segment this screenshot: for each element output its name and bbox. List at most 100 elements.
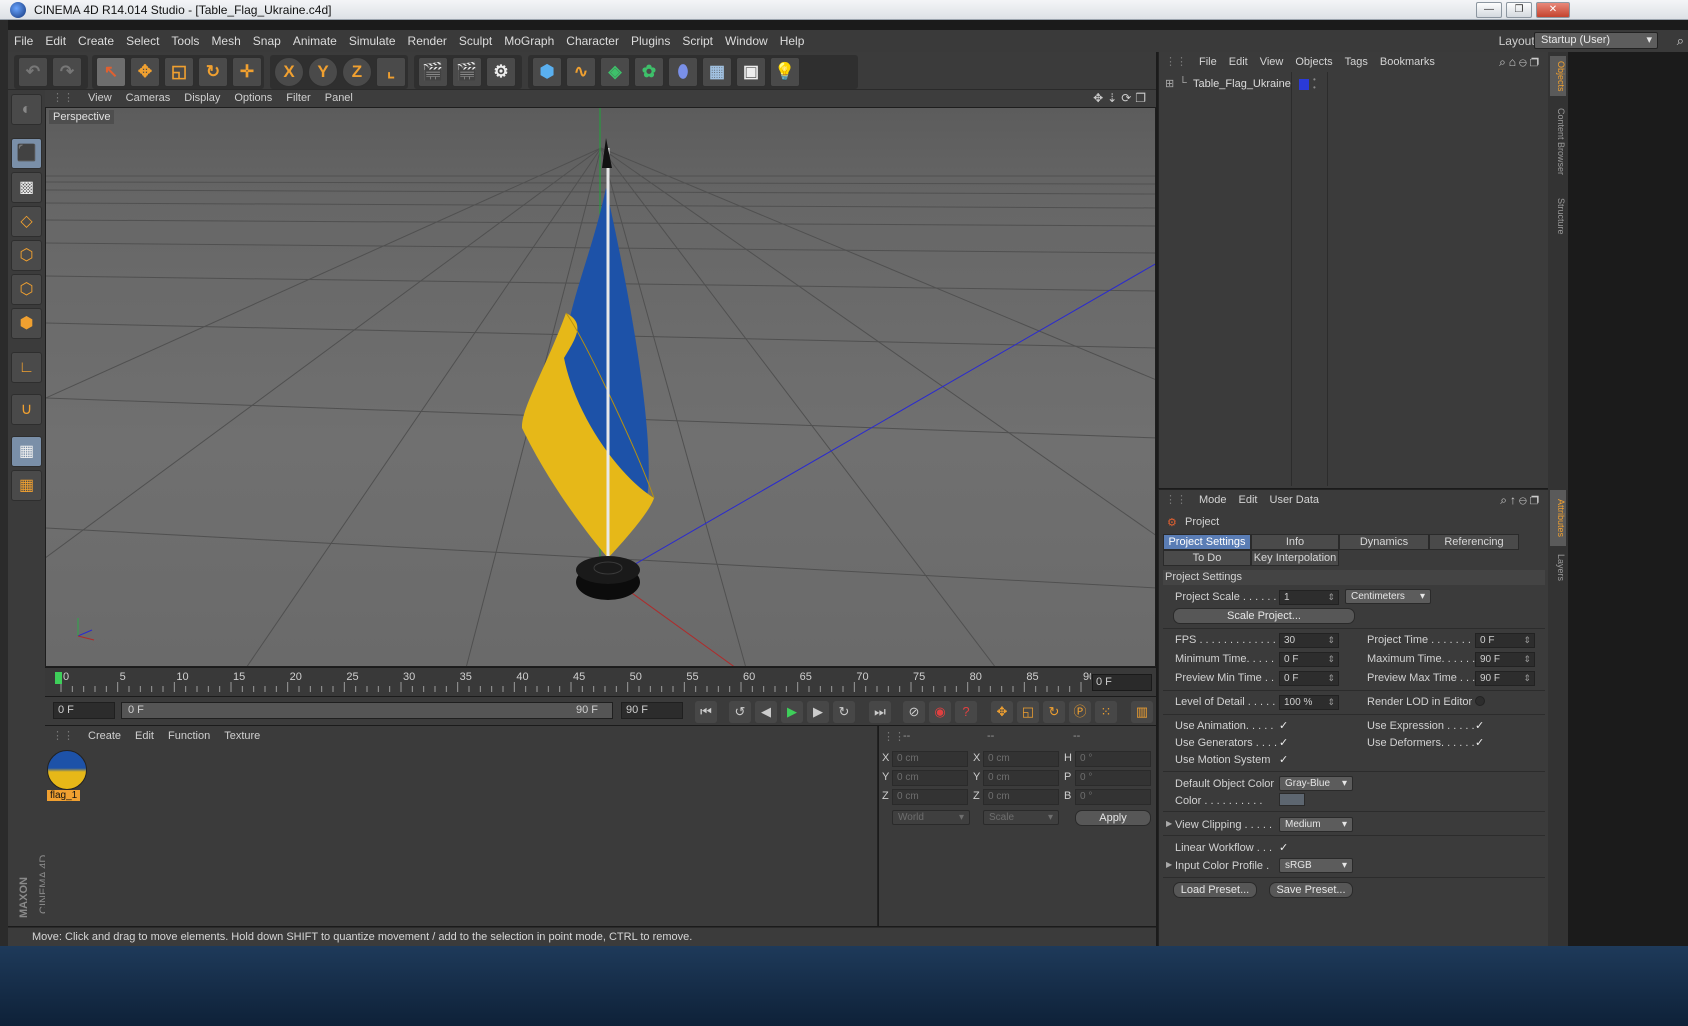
menu-animate[interactable]: Animate bbox=[287, 30, 343, 52]
current-frame-marker[interactable] bbox=[55, 672, 62, 684]
size-x-field[interactable]: 0 cm bbox=[983, 751, 1059, 767]
timeline-window-icon[interactable]: ▥ bbox=[1131, 701, 1153, 723]
use-expression-checkbox[interactable]: ✓ bbox=[1475, 720, 1487, 732]
om-menu-tags[interactable]: Tags bbox=[1339, 52, 1374, 72]
project-scale-field[interactable]: 1 bbox=[1279, 590, 1339, 605]
viewport-menu-filter[interactable]: Filter bbox=[279, 90, 317, 107]
workplane-mode-icon[interactable]: ◇ bbox=[11, 206, 42, 237]
menu-tools[interactable]: Tools bbox=[165, 30, 205, 52]
magnet-icon[interactable]: ∪ bbox=[11, 394, 42, 425]
attr-menu-edit[interactable]: Edit bbox=[1233, 490, 1264, 510]
undo-icon[interactable]: ↶ bbox=[18, 57, 48, 87]
save-preset-button[interactable]: Save Preset... bbox=[1269, 882, 1353, 898]
default-color-dropdown[interactable]: Gray-Blue bbox=[1279, 776, 1353, 791]
edges-mode-icon[interactable]: ⬡ bbox=[11, 274, 42, 305]
attr-menu-mode[interactable]: Mode bbox=[1193, 490, 1233, 510]
rot-b-field[interactable]: 0 ° bbox=[1075, 789, 1151, 805]
use-deformers-checkbox[interactable]: ✓ bbox=[1475, 737, 1487, 749]
apply-button[interactable]: Apply bbox=[1075, 810, 1151, 826]
play-icon[interactable]: ▶ bbox=[781, 701, 803, 723]
material-swatch-flag[interactable]: flag_1 bbox=[47, 750, 89, 802]
visibility-dots-icon[interactable]: • • bbox=[1313, 76, 1316, 92]
layout-dropdown[interactable]: Startup (User) bbox=[1534, 32, 1658, 49]
pos-x-field[interactable]: 0 cm bbox=[892, 751, 968, 767]
preview-max-field[interactable]: 90 F bbox=[1475, 671, 1535, 686]
color-swatch[interactable] bbox=[1279, 793, 1305, 806]
autokey-icon[interactable]: ◉ bbox=[929, 701, 951, 723]
use-generators-checkbox[interactable]: ✓ bbox=[1279, 737, 1291, 749]
perspective-viewport[interactable]: Perspective bbox=[45, 107, 1156, 667]
y-axis-lock-button[interactable]: Y bbox=[308, 57, 338, 87]
attr-menu-user-data[interactable]: User Data bbox=[1264, 490, 1326, 510]
material-menu-function[interactable]: Function bbox=[161, 726, 217, 746]
redo-icon[interactable]: ↷ bbox=[52, 57, 82, 87]
pos-y-field[interactable]: 0 cm bbox=[892, 770, 968, 786]
array-icon[interactable]: ✿ bbox=[634, 57, 664, 87]
timeline-ruler[interactable]: 0 5 10 15 20 25 30 35 40 45 50 55 60 65 70 75 80 85 90 0 F bbox=[45, 668, 1156, 696]
z-axis-lock-button[interactable]: Z bbox=[342, 57, 372, 87]
menu-render[interactable]: Render bbox=[402, 30, 453, 52]
deformer-icon[interactable]: ⬮ bbox=[668, 57, 698, 87]
record-keys-icon[interactable]: ⊘ bbox=[903, 701, 925, 723]
key-parameter-icon[interactable]: Ⓟ bbox=[1069, 701, 1091, 723]
use-motion-checkbox[interactable]: ✓ bbox=[1279, 754, 1291, 766]
tab-content-browser[interactable]: Content Browser bbox=[1550, 100, 1566, 184]
expand-icon[interactable]: ⊞ bbox=[1165, 77, 1174, 90]
viewport-menu-panel[interactable]: Panel bbox=[318, 90, 360, 107]
viewport-menu-display[interactable]: Display bbox=[177, 90, 227, 107]
key-rotation-icon[interactable]: ↻ bbox=[1043, 701, 1065, 723]
preview-min-field[interactable]: 0 F bbox=[1279, 671, 1339, 686]
menu-snap[interactable]: Snap bbox=[247, 30, 287, 52]
view-clipping-expand-icon[interactable]: ▶ bbox=[1166, 819, 1172, 828]
nurbs-icon[interactable]: ◈ bbox=[600, 57, 630, 87]
max-time-field[interactable]: 90 F bbox=[1475, 652, 1535, 667]
tab-info[interactable]: Info bbox=[1251, 534, 1339, 550]
next-key-icon[interactable]: ↻ bbox=[833, 701, 855, 723]
render-view-icon[interactable]: 🎬 bbox=[418, 57, 448, 87]
menu-simulate[interactable]: Simulate bbox=[343, 30, 402, 52]
model-mode-icon[interactable]: ⬛ bbox=[11, 138, 42, 169]
camera-icon[interactable]: ▣ bbox=[736, 57, 766, 87]
tab-project-settings[interactable]: Project Settings bbox=[1163, 534, 1251, 550]
key-position-icon[interactable]: ✥ bbox=[991, 701, 1013, 723]
min-time-field[interactable]: 0 F bbox=[1279, 652, 1339, 667]
end-frame-field[interactable]: 90 F bbox=[621, 702, 683, 719]
polygons-mode-icon[interactable]: ⬢ bbox=[11, 308, 42, 339]
move-icon[interactable]: ✥ bbox=[130, 57, 160, 87]
size-z-field[interactable]: 0 cm bbox=[983, 789, 1059, 805]
start-frame-field[interactable]: 0 F bbox=[53, 702, 115, 719]
go-to-start-icon[interactable]: ⏮ bbox=[695, 701, 717, 723]
menu-script[interactable]: Script bbox=[676, 30, 719, 52]
tab-structure[interactable]: Structure bbox=[1550, 188, 1566, 244]
viewport-menu-options[interactable]: Options bbox=[227, 90, 279, 107]
texture-mode-icon[interactable]: ▩ bbox=[11, 172, 42, 203]
om-menu-bookmarks[interactable]: Bookmarks bbox=[1374, 52, 1441, 72]
tab-key-interpolation[interactable]: Key Interpolation bbox=[1251, 550, 1339, 566]
minimize-button[interactable]: — bbox=[1476, 2, 1502, 18]
om-menu-objects[interactable]: Objects bbox=[1289, 52, 1338, 72]
view-clipping-dropdown[interactable]: Medium bbox=[1279, 817, 1353, 832]
menu-select[interactable]: Select bbox=[120, 30, 165, 52]
project-time-field[interactable]: 0 F bbox=[1475, 633, 1535, 648]
om-menu-edit[interactable]: Edit bbox=[1223, 52, 1254, 72]
tab-layers[interactable]: Layers bbox=[1550, 550, 1566, 586]
frame-range-slider[interactable]: 0 F 90 F bbox=[121, 702, 613, 719]
planar-workplane-icon[interactable]: ▦ bbox=[11, 470, 42, 501]
cube-object-icon[interactable]: ⬢ bbox=[532, 57, 562, 87]
viewport-menu-cameras[interactable]: Cameras bbox=[119, 90, 178, 107]
lod-field[interactable]: 100 % bbox=[1279, 695, 1339, 710]
material-menu-edit[interactable]: Edit bbox=[128, 726, 161, 746]
viewport-nav-icons[interactable]: ✥⇣⟳❐ bbox=[1093, 91, 1150, 105]
search-icon[interactable]: ⌕ bbox=[1677, 33, 1684, 49]
axis-mode-icon[interactable]: ∟ bbox=[11, 352, 42, 383]
recent-tool-icon[interactable]: ✛ bbox=[232, 57, 262, 87]
input-profile-dropdown[interactable]: sRGB bbox=[1279, 858, 1353, 873]
om-menu-view[interactable]: View bbox=[1254, 52, 1290, 72]
next-frame-icon[interactable]: ▶ bbox=[807, 701, 829, 723]
size-y-field[interactable]: 0 cm bbox=[983, 770, 1059, 786]
menu-plugins[interactable]: Plugins bbox=[625, 30, 676, 52]
scale-unit-dropdown[interactable]: Centimeters bbox=[1345, 589, 1431, 604]
om-menu-file[interactable]: File bbox=[1193, 52, 1223, 72]
object-row-table-flag[interactable]: ⊞ └ Table_Flag_Ukraine • • bbox=[1163, 76, 1545, 94]
tab-objects[interactable]: Objects bbox=[1550, 56, 1566, 96]
